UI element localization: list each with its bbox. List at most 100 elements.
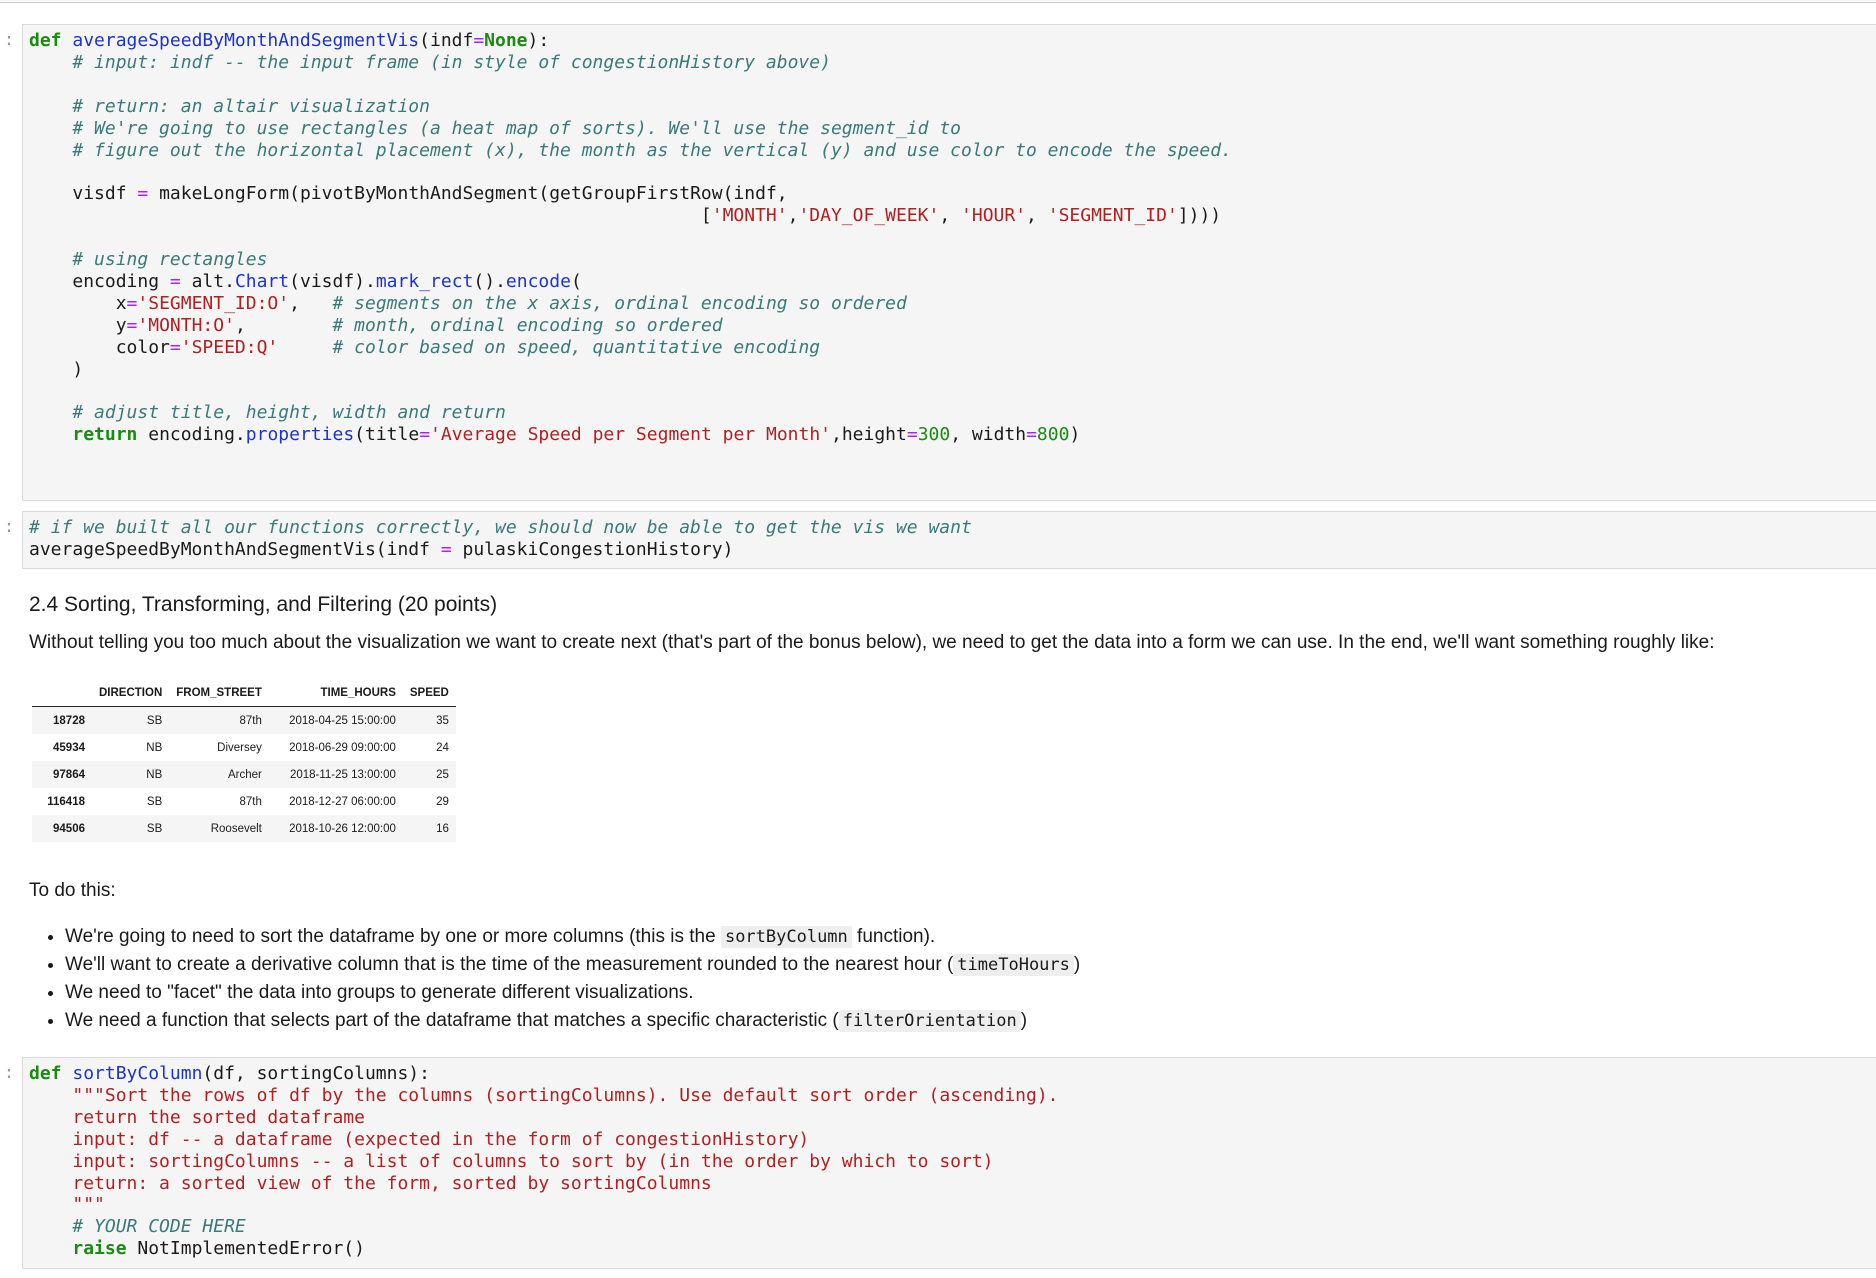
docstring-line: input: df -- a dataframe (expected in th… xyxy=(72,1128,810,1150)
table-row: 94506 SB Roosevelt 2018-10-26 12:00:00 1… xyxy=(32,815,456,842)
todo-text: To do this: xyxy=(29,880,116,901)
operator: = xyxy=(440,538,452,560)
example-dataframe-table: DIRECTION FROM_STREET TIME_HOURS SPEED 1… xyxy=(32,679,456,842)
cell-speed: 35 xyxy=(436,714,449,727)
code-cell-vis-call[interactable]: : # if we built all our functions correc… xyxy=(0,511,1876,569)
param-key: y xyxy=(115,314,127,336)
param-key: ,height xyxy=(831,424,907,446)
param-key: color xyxy=(115,336,170,358)
cell-from-street: 87th xyxy=(239,795,262,808)
row-index: 97864 xyxy=(53,768,85,781)
punct: ( xyxy=(570,270,582,292)
cell-speed: 25 xyxy=(436,768,449,781)
column-header: DIRECTION xyxy=(92,679,170,707)
code-text[interactable]: def sortByColumn(df, sortingColumns): ""… xyxy=(29,1063,1059,1260)
keyword-def: def xyxy=(29,30,62,51)
code-editor[interactable]: # if we built all our functions correctl… xyxy=(22,511,1876,569)
table-row: 97864 NB Archer 2018-11-25 13:00:00 25 xyxy=(32,761,456,788)
column-header xyxy=(32,679,92,707)
function-name: sortByColumn xyxy=(72,1063,203,1084)
column-header: TIME_HOURS xyxy=(268,679,403,707)
column-header: FROM_STREET xyxy=(169,679,269,707)
row-index: 116418 xyxy=(47,795,85,808)
cell-time-hours: 2018-12-27 06:00:00 xyxy=(289,795,396,808)
cell-from-street: Archer xyxy=(228,768,262,781)
punct: [ xyxy=(700,205,712,227)
cell-time-hours: 2018-11-25 13:00:00 xyxy=(289,768,396,781)
operator: = xyxy=(169,270,181,292)
keyword-def: def xyxy=(29,1063,62,1084)
list-item: We need a function that selects part of … xyxy=(65,1007,1080,1035)
code-editor[interactable]: def averageSpeedByMonthAndSegmentVis(ind… xyxy=(22,24,1876,501)
cell-speed: 16 xyxy=(436,822,449,835)
list-item: We'll want to create a derivative column… xyxy=(65,951,1080,979)
comment-line: # YOUR CODE HERE xyxy=(72,1216,246,1238)
operator: = xyxy=(126,292,138,314)
docstring-line: """ xyxy=(72,1194,105,1216)
param-key: x xyxy=(115,292,127,314)
inline-code: timeToHours xyxy=(953,954,1074,976)
operator: = xyxy=(1026,424,1037,446)
cell-direction: SB xyxy=(146,822,163,835)
number-literal: 800 xyxy=(1036,424,1070,446)
code-editor[interactable]: def sortByColumn(df, sortingColumns): ""… xyxy=(22,1057,1876,1269)
code-expression: averageSpeedByMonthAndSegmentVis(indf xyxy=(29,538,441,560)
string-literal: 'MONTH' xyxy=(711,205,788,227)
docstring-line: input: sortingColumns -- a list of colum… xyxy=(72,1150,994,1172)
comment-line: # figure out the horizontal placement (x… xyxy=(72,139,1232,161)
punct: ) xyxy=(72,358,84,380)
operator: = xyxy=(419,424,431,446)
cell-from-street: 87th xyxy=(239,714,262,727)
params: (df, sortingColumns): xyxy=(202,1063,430,1084)
docstring-line: """Sort the rows of df by the columns (s… xyxy=(72,1084,1059,1106)
comment-line: # month, ordinal encoding so ordered xyxy=(332,314,723,336)
operator: = xyxy=(473,30,485,51)
list-item-text: We need to "facet" the data into groups … xyxy=(65,982,694,1003)
cell-time-hours: 2018-10-26 12:00:00 xyxy=(289,822,396,835)
docstring-line: return the sorted dataframe xyxy=(72,1106,365,1128)
cell-time-hours: 2018-06-29 09:00:00 xyxy=(289,741,396,754)
cell-direction: NB xyxy=(146,768,163,781)
code-cell-sort-function[interactable]: : def sortByColumn(df, sortingColumns): … xyxy=(0,1057,1876,1269)
function-call: mark_rect xyxy=(375,270,474,292)
cell-prompt: : xyxy=(3,517,15,537)
function-name: averageSpeedByMonthAndSegmentVis xyxy=(72,30,420,51)
cell-prompt: : xyxy=(3,1063,15,1083)
cell-from-street: Diversey xyxy=(217,741,262,754)
cell-direction: SB xyxy=(146,795,163,808)
punct: ]))) xyxy=(1177,205,1222,227)
comment-line: # return: an altair visualization xyxy=(72,95,430,117)
variable: visdf xyxy=(72,183,127,205)
keyword-raise: raise xyxy=(72,1238,127,1260)
operator: = xyxy=(906,424,918,446)
inline-code: sortByColumn xyxy=(720,926,852,948)
param-key: (title xyxy=(354,424,420,446)
number-literal: 300 xyxy=(917,424,951,446)
inline-code: filterOrientation xyxy=(838,1010,1021,1032)
string-literal: 'MONTH:O' xyxy=(137,314,235,336)
cell-from-street: Roosevelt xyxy=(210,822,262,835)
previous-cell-edge xyxy=(0,0,1876,3)
comment-line: # input: indf -- the input frame (in sty… xyxy=(72,51,831,73)
string-literal: 'DAY_OF_WEEK' xyxy=(798,205,940,227)
list-item: We're going to need to sort the datafram… xyxy=(65,923,1080,951)
row-index: 18728 xyxy=(53,714,85,727)
params-open: (indf xyxy=(419,30,474,51)
list-item-text: We'll want to create a derivative column… xyxy=(65,954,954,975)
keyword-none: None xyxy=(484,30,528,51)
function-call: encode xyxy=(505,270,571,292)
function-call: properties xyxy=(245,424,355,446)
table-row: 116418 SB 87th 2018-12-27 06:00:00 29 xyxy=(32,788,456,815)
comment-line: # segments on the x axis, ordinal encodi… xyxy=(332,292,907,314)
code-cell-vis-function[interactable]: : def averageSpeedByMonthAndSegmentVis(i… xyxy=(0,24,1876,501)
comment-line: # adjust title, height, width and return xyxy=(72,402,506,424)
code-text[interactable]: # if we built all our functions correctl… xyxy=(29,517,972,561)
string-literal: 'HOUR' xyxy=(961,205,1027,227)
cell-time-hours: 2018-04-25 15:00:00 xyxy=(289,714,396,727)
code-text[interactable]: def averageSpeedByMonthAndSegmentVis(ind… xyxy=(29,30,1232,446)
row-index: 94506 xyxy=(53,822,85,835)
cell-direction: SB xyxy=(146,714,163,727)
keyword-return: return xyxy=(72,424,138,446)
punct: (). xyxy=(473,270,506,292)
list-item-text: function). xyxy=(851,926,936,947)
